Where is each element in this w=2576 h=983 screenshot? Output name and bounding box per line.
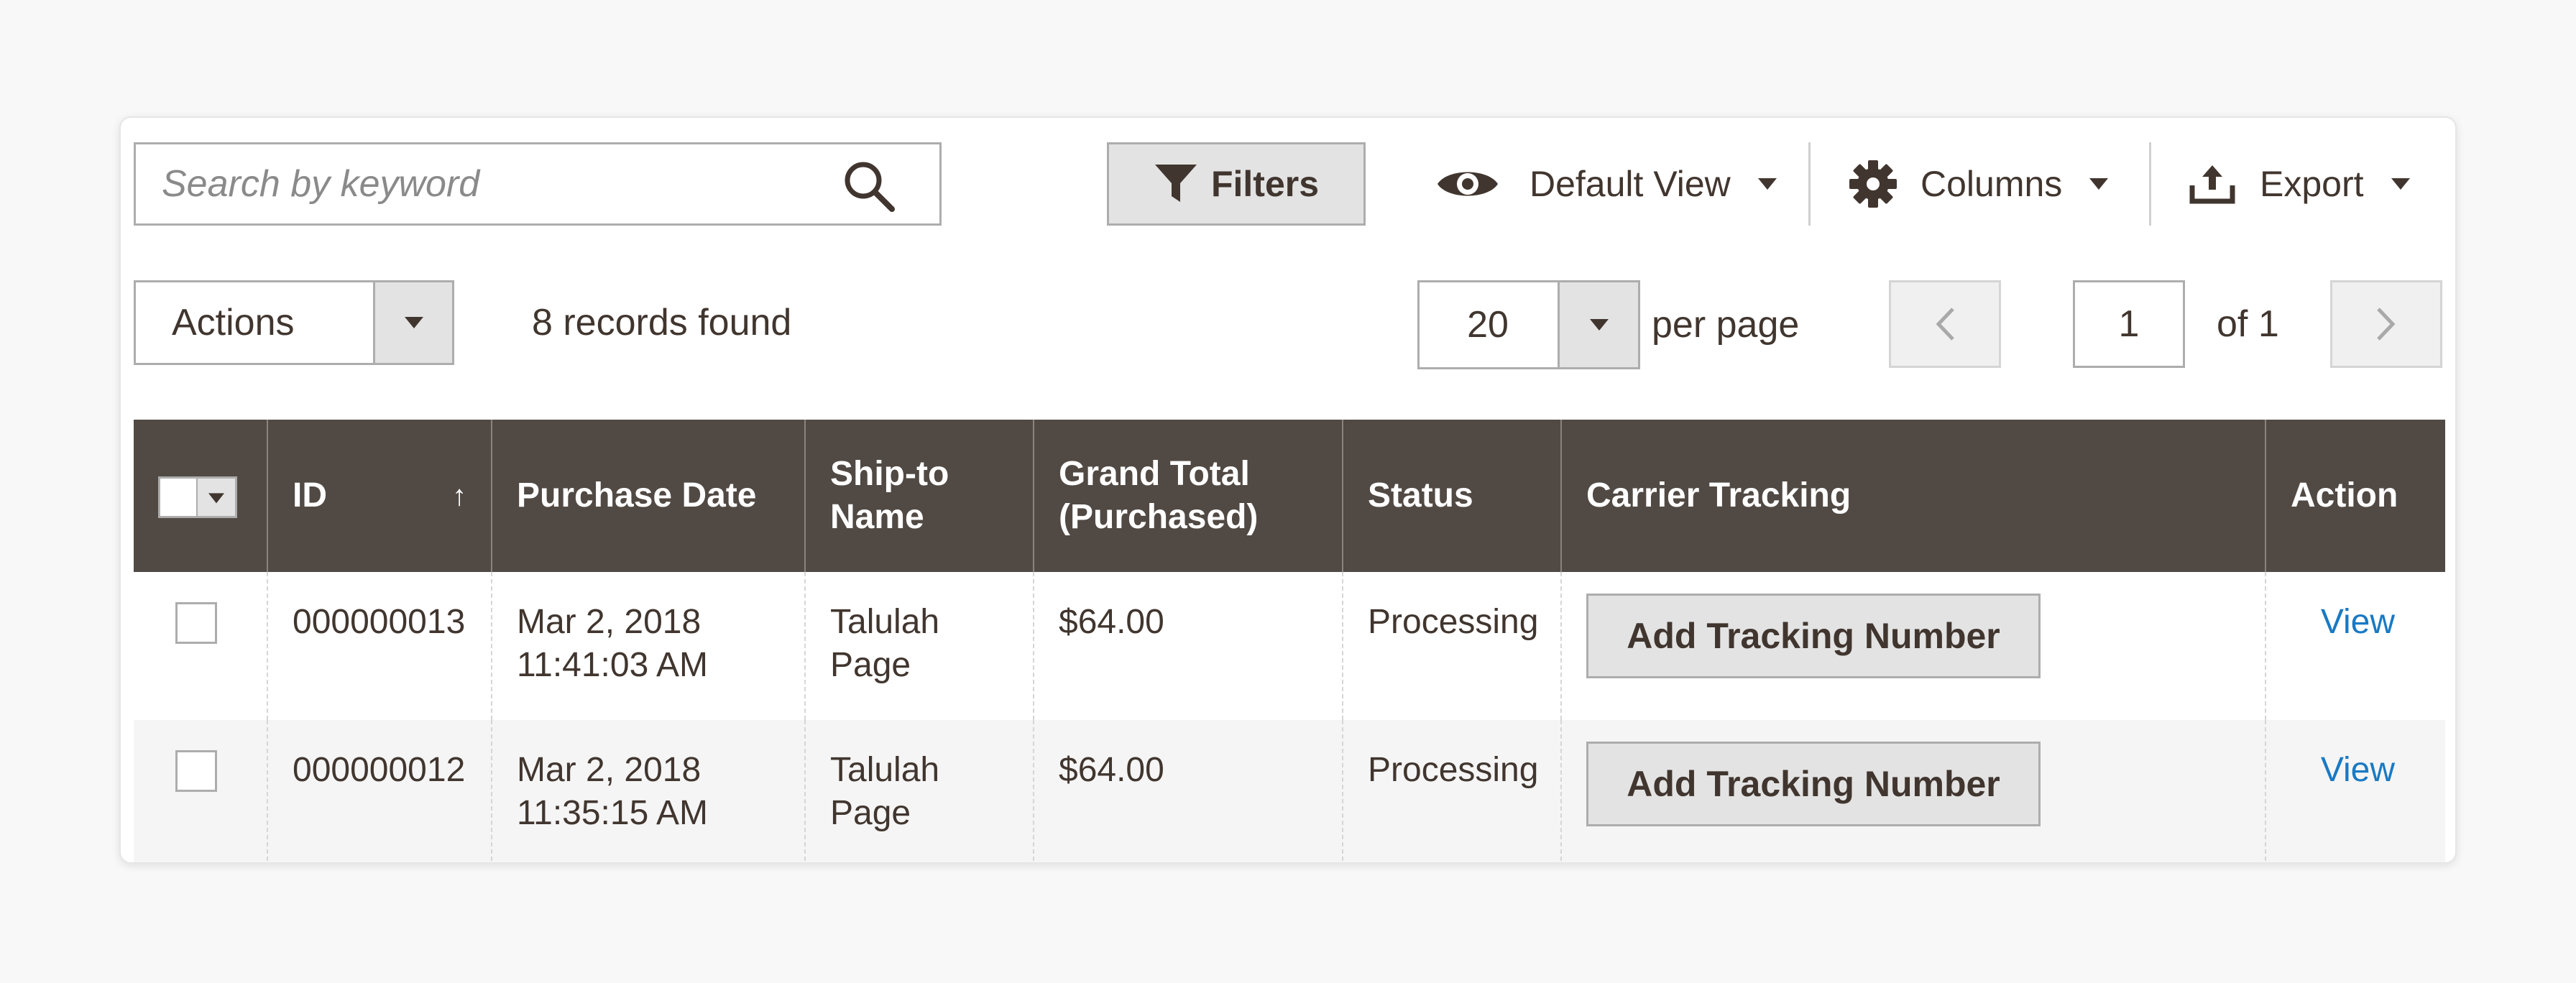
- chevron-down-icon: [1589, 319, 1609, 331]
- search-input[interactable]: [136, 144, 840, 223]
- add-tracking-number-button[interactable]: Add Tracking Number: [1586, 594, 2041, 678]
- column-header-ship-to-name[interactable]: Ship-to Name: [804, 420, 1034, 572]
- gear-icon: [1849, 160, 1897, 208]
- filters-label: Filters: [1210, 164, 1320, 204]
- ship-to-name: Talulah Page: [804, 720, 1034, 862]
- ship-to-line2: Page: [830, 794, 911, 832]
- chevron-right-icon: [2377, 308, 2396, 341]
- column-header-grand-total[interactable]: Grand Total (Purchased): [1033, 420, 1343, 572]
- toolbar-divider: [2149, 142, 2151, 226]
- records-found: 8 records found: [532, 302, 792, 343]
- column-header-ship-to-line1: Ship-to: [830, 455, 949, 493]
- view-link[interactable]: View: [2291, 601, 2421, 644]
- chevron-down-icon: [404, 317, 423, 328]
- chevron-down-icon[interactable]: [198, 478, 235, 516]
- table-row: 000000012 Mar 2, 2018 11:35:15 AM Talula…: [134, 720, 2445, 862]
- column-header-id-label: ID: [293, 476, 327, 514]
- column-header-id[interactable]: ID ↑: [267, 420, 492, 572]
- purchase-date-line1: Mar 2, 2018: [517, 751, 702, 789]
- table-row: 000000013 Mar 2, 2018 11:41:03 AM Talula…: [134, 572, 2445, 720]
- actions-dropdown-toggle[interactable]: [373, 282, 452, 363]
- grand-total: $64.00: [1033, 572, 1343, 720]
- purchase-date-line1: Mar 2, 2018: [517, 603, 702, 641]
- order-id: 000000013: [267, 572, 492, 720]
- ship-to-line2: Page: [830, 646, 911, 684]
- export-dropdown[interactable]: Export: [2189, 147, 2410, 221]
- export-icon: [2189, 165, 2235, 204]
- order-status: Processing: [1342, 572, 1561, 720]
- column-header-carrier-tracking[interactable]: Carrier Tracking: [1560, 420, 2266, 572]
- columns-dropdown[interactable]: Columns: [1849, 147, 2109, 221]
- per-page-value: 20: [1467, 304, 1509, 346]
- purchase-date-line2: 11:41:03 AM: [517, 646, 708, 684]
- total-pages: of 1: [2217, 303, 2279, 345]
- purchase-date: Mar 2, 2018 11:35:15 AM: [491, 720, 805, 862]
- order-status: Processing: [1342, 720, 1561, 862]
- purchase-date-line2: 11:35:15 AM: [517, 794, 708, 832]
- filters-button[interactable]: Filters: [1107, 142, 1366, 226]
- actions-label: Actions: [172, 302, 295, 343]
- column-header-action: Action: [2265, 420, 2445, 572]
- action-cell: View: [2265, 572, 2445, 720]
- search-box: [134, 142, 942, 226]
- mass-select-dropdown[interactable]: [158, 476, 237, 518]
- column-header-ship-to-line2: Name: [830, 498, 924, 536]
- current-page-input[interactable]: [2073, 280, 2185, 368]
- select-all-checkbox[interactable]: [160, 478, 198, 516]
- search-icon[interactable]: [842, 159, 896, 213]
- chevron-down-icon: [1757, 178, 1777, 190]
- default-view-label: Default View: [1530, 164, 1731, 204]
- actions-dropdown[interactable]: Actions: [134, 280, 454, 365]
- filter-icon: [1154, 165, 1197, 202]
- column-header-status[interactable]: Status: [1342, 420, 1561, 572]
- ship-to-line1: Talulah: [830, 751, 940, 789]
- sort-arrow-icon: ↑: [452, 480, 466, 512]
- add-tracking-number-button[interactable]: Add Tracking Number: [1586, 742, 2041, 826]
- chevron-left-icon: [1936, 308, 1954, 341]
- orders-table: ID ↑ Purchase Date Ship-to Name Grand To…: [134, 420, 2445, 862]
- per-page-toggle[interactable]: [1558, 282, 1638, 367]
- orders-grid-panel: Filters Default View: [119, 116, 2457, 864]
- table-header-row: ID ↑ Purchase Date Ship-to Name Grand To…: [134, 420, 2445, 572]
- view-link[interactable]: View: [2291, 749, 2421, 792]
- per-page-label: per page: [1652, 304, 1800, 346]
- carrier-tracking-cell: Add Tracking Number: [1560, 572, 2266, 720]
- row-checkbox[interactable]: [175, 602, 217, 644]
- grand-total: $64.00: [1033, 720, 1343, 862]
- ship-to-name: Talulah Page: [804, 572, 1034, 720]
- default-view-dropdown[interactable]: Default View: [1436, 147, 1777, 221]
- row-checkbox[interactable]: [175, 750, 217, 792]
- column-header-purchase-date[interactable]: Purchase Date: [491, 420, 805, 572]
- column-header-grand-total-line2: (Purchased): [1059, 498, 1259, 536]
- toolbar-divider: [1808, 142, 1811, 226]
- next-page-button[interactable]: [2330, 280, 2442, 368]
- order-id: 000000012: [267, 720, 492, 862]
- per-page-select[interactable]: 20: [1417, 280, 1640, 369]
- carrier-tracking-cell: Add Tracking Number: [1560, 720, 2266, 862]
- ship-to-line1: Talulah: [830, 603, 940, 641]
- purchase-date: Mar 2, 2018 11:41:03 AM: [491, 572, 805, 720]
- chevron-down-icon: [2391, 178, 2410, 190]
- columns-label: Columns: [1920, 164, 2063, 204]
- select-all-header: [134, 420, 267, 572]
- action-cell: View: [2265, 720, 2445, 862]
- previous-page-button[interactable]: [1889, 280, 2001, 368]
- export-label: Export: [2260, 164, 2364, 204]
- eye-icon: [1438, 172, 1498, 196]
- chevron-down-icon: [2089, 178, 2109, 190]
- column-header-grand-total-line1: Grand Total: [1059, 455, 1250, 493]
